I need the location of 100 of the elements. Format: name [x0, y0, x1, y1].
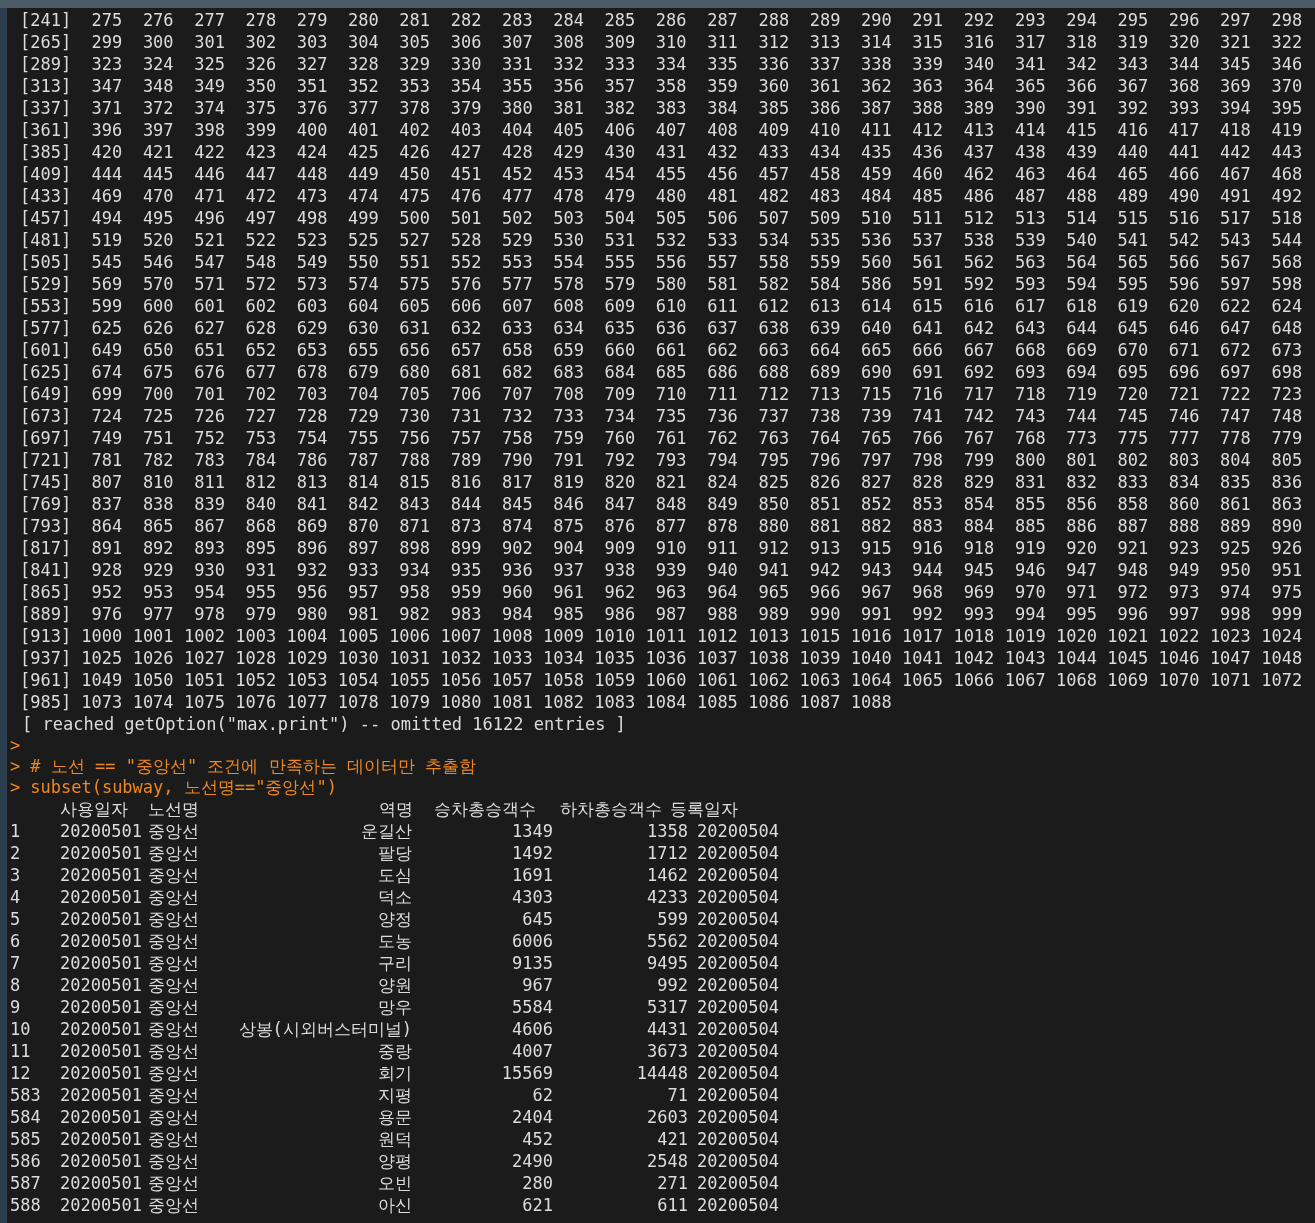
table-cell-text: 20200501 [60, 1040, 143, 1062]
vector-value: 1020 [1055, 625, 1097, 647]
vector-value: 391 [1065, 97, 1097, 119]
vector-value: 575 [398, 273, 431, 295]
vector-index: [577] [20, 317, 71, 339]
vector-value: 415 [1065, 119, 1097, 141]
vector-value: 682 [500, 361, 533, 383]
vector-value: 457 [757, 163, 790, 185]
vector-value: 393 [1167, 97, 1200, 119]
vector-value: 423 [244, 141, 277, 163]
vector-value: 1060 [644, 669, 687, 691]
vector-value: 825 [757, 471, 790, 493]
vector-value: 895 [244, 537, 277, 559]
vector-value: 593 [1013, 273, 1046, 295]
vector-value: 732 [500, 405, 533, 427]
table-cell-text: 1358 [646, 820, 688, 842]
vector-value: 394 [1219, 97, 1251, 119]
vector-index: [481] [20, 229, 71, 251]
vector-value: 467 [1219, 163, 1251, 185]
table-cell-text: 팔당 [377, 842, 412, 864]
table-cell-text: 20200504 [696, 1062, 780, 1084]
vector-value: 414 [1013, 119, 1046, 141]
vector-value: 892 [141, 537, 174, 559]
table-cell-text: 중앙선 [148, 1084, 200, 1106]
vector-value: 877 [654, 515, 687, 537]
vector-value: 760 [603, 427, 636, 449]
vector-value: 911 [706, 537, 738, 559]
vector-value: 542 [1167, 229, 1200, 251]
vector-value: 944 [911, 559, 944, 581]
vector-value: 1073 [80, 691, 123, 713]
vector-value: 439 [1065, 141, 1097, 163]
vector-value: 870 [347, 515, 379, 537]
vector-value: 628 [244, 317, 277, 339]
vector-value: 953 [141, 581, 174, 603]
vector-value: 832 [1065, 471, 1097, 493]
vector-value: 377 [347, 97, 379, 119]
column-header: 노선명 [148, 798, 200, 820]
vector-value: 535 [808, 229, 841, 251]
vector-value: 610 [654, 295, 687, 317]
vector-value: 1071 [1208, 669, 1251, 691]
vector-value: 572 [244, 273, 277, 295]
vector-value: 512 [962, 207, 995, 229]
vector-value: 517 [1219, 207, 1251, 229]
vector-value: 1074 [131, 691, 174, 713]
vector-value: 477 [500, 185, 533, 207]
vector-value: 641 [911, 317, 944, 339]
vector-value: 686 [706, 361, 738, 383]
vector-value: 615 [911, 295, 944, 317]
vector-index: [433] [20, 185, 71, 207]
vector-value: 277 [193, 9, 225, 31]
vector-value: 989 [757, 603, 790, 625]
vector-value: 928 [90, 559, 123, 581]
vector-value: 455 [654, 163, 687, 185]
vector-value: 703 [295, 383, 328, 405]
vector-value: 1024 [1260, 625, 1303, 647]
vector-value: 624 [1270, 295, 1303, 317]
vector-value: 417 [1167, 119, 1200, 141]
vector-value: 409 [757, 119, 790, 141]
table-cell-text: 양정 [377, 908, 412, 930]
vector-value: 1076 [234, 691, 277, 713]
vector-value: 401 [347, 119, 379, 141]
vector-value: 925 [1219, 537, 1251, 559]
vector-value: 1077 [285, 691, 328, 713]
vector-value: 301 [193, 31, 225, 53]
vector-value: 612 [757, 295, 790, 317]
vector-value: 704 [347, 383, 379, 405]
vector-value: 778 [1219, 427, 1251, 449]
vector-value: 595 [1116, 273, 1149, 295]
vector-value: 640 [860, 317, 892, 339]
vector-value: 653 [295, 339, 328, 361]
vector-value: 757 [449, 427, 482, 449]
vector-value: 1033 [490, 647, 533, 669]
vector-value: 643 [1013, 317, 1046, 339]
vector-value: 945 [962, 559, 995, 581]
vector-value: 816 [449, 471, 482, 493]
vector-value: 485 [911, 185, 944, 207]
vector-value: 1026 [131, 647, 174, 669]
vector-value: 941 [757, 559, 790, 581]
vector-value: 1085 [695, 691, 738, 713]
vector-value: 388 [911, 97, 944, 119]
vector-value: 724 [90, 405, 123, 427]
vector-value: 392 [1116, 97, 1149, 119]
table-cell-text: 회기 [377, 1062, 412, 1084]
vector-value: 543 [1219, 229, 1251, 251]
vector-value: 295 [1116, 9, 1149, 31]
table-cell-text: 20200501 [60, 974, 143, 996]
table-cell-text: 망우 [377, 996, 412, 1018]
vector-value: 344 [1167, 53, 1200, 75]
vector-value: 625 [90, 317, 123, 339]
vector-value: 378 [398, 97, 431, 119]
vector-value: 1008 [490, 625, 533, 647]
table-cell-text: 452 [521, 1128, 553, 1150]
vector-value: 602 [244, 295, 277, 317]
table-cell-text: 20200504 [696, 930, 780, 952]
table-cell-text: 중앙선 [148, 974, 200, 996]
table-cell-text: 2548 [646, 1150, 688, 1172]
vector-value: 443 [1270, 141, 1303, 163]
vector-value: 330 [449, 53, 482, 75]
vector-value: 652 [244, 339, 277, 361]
vector-value: 800 [1013, 449, 1046, 471]
